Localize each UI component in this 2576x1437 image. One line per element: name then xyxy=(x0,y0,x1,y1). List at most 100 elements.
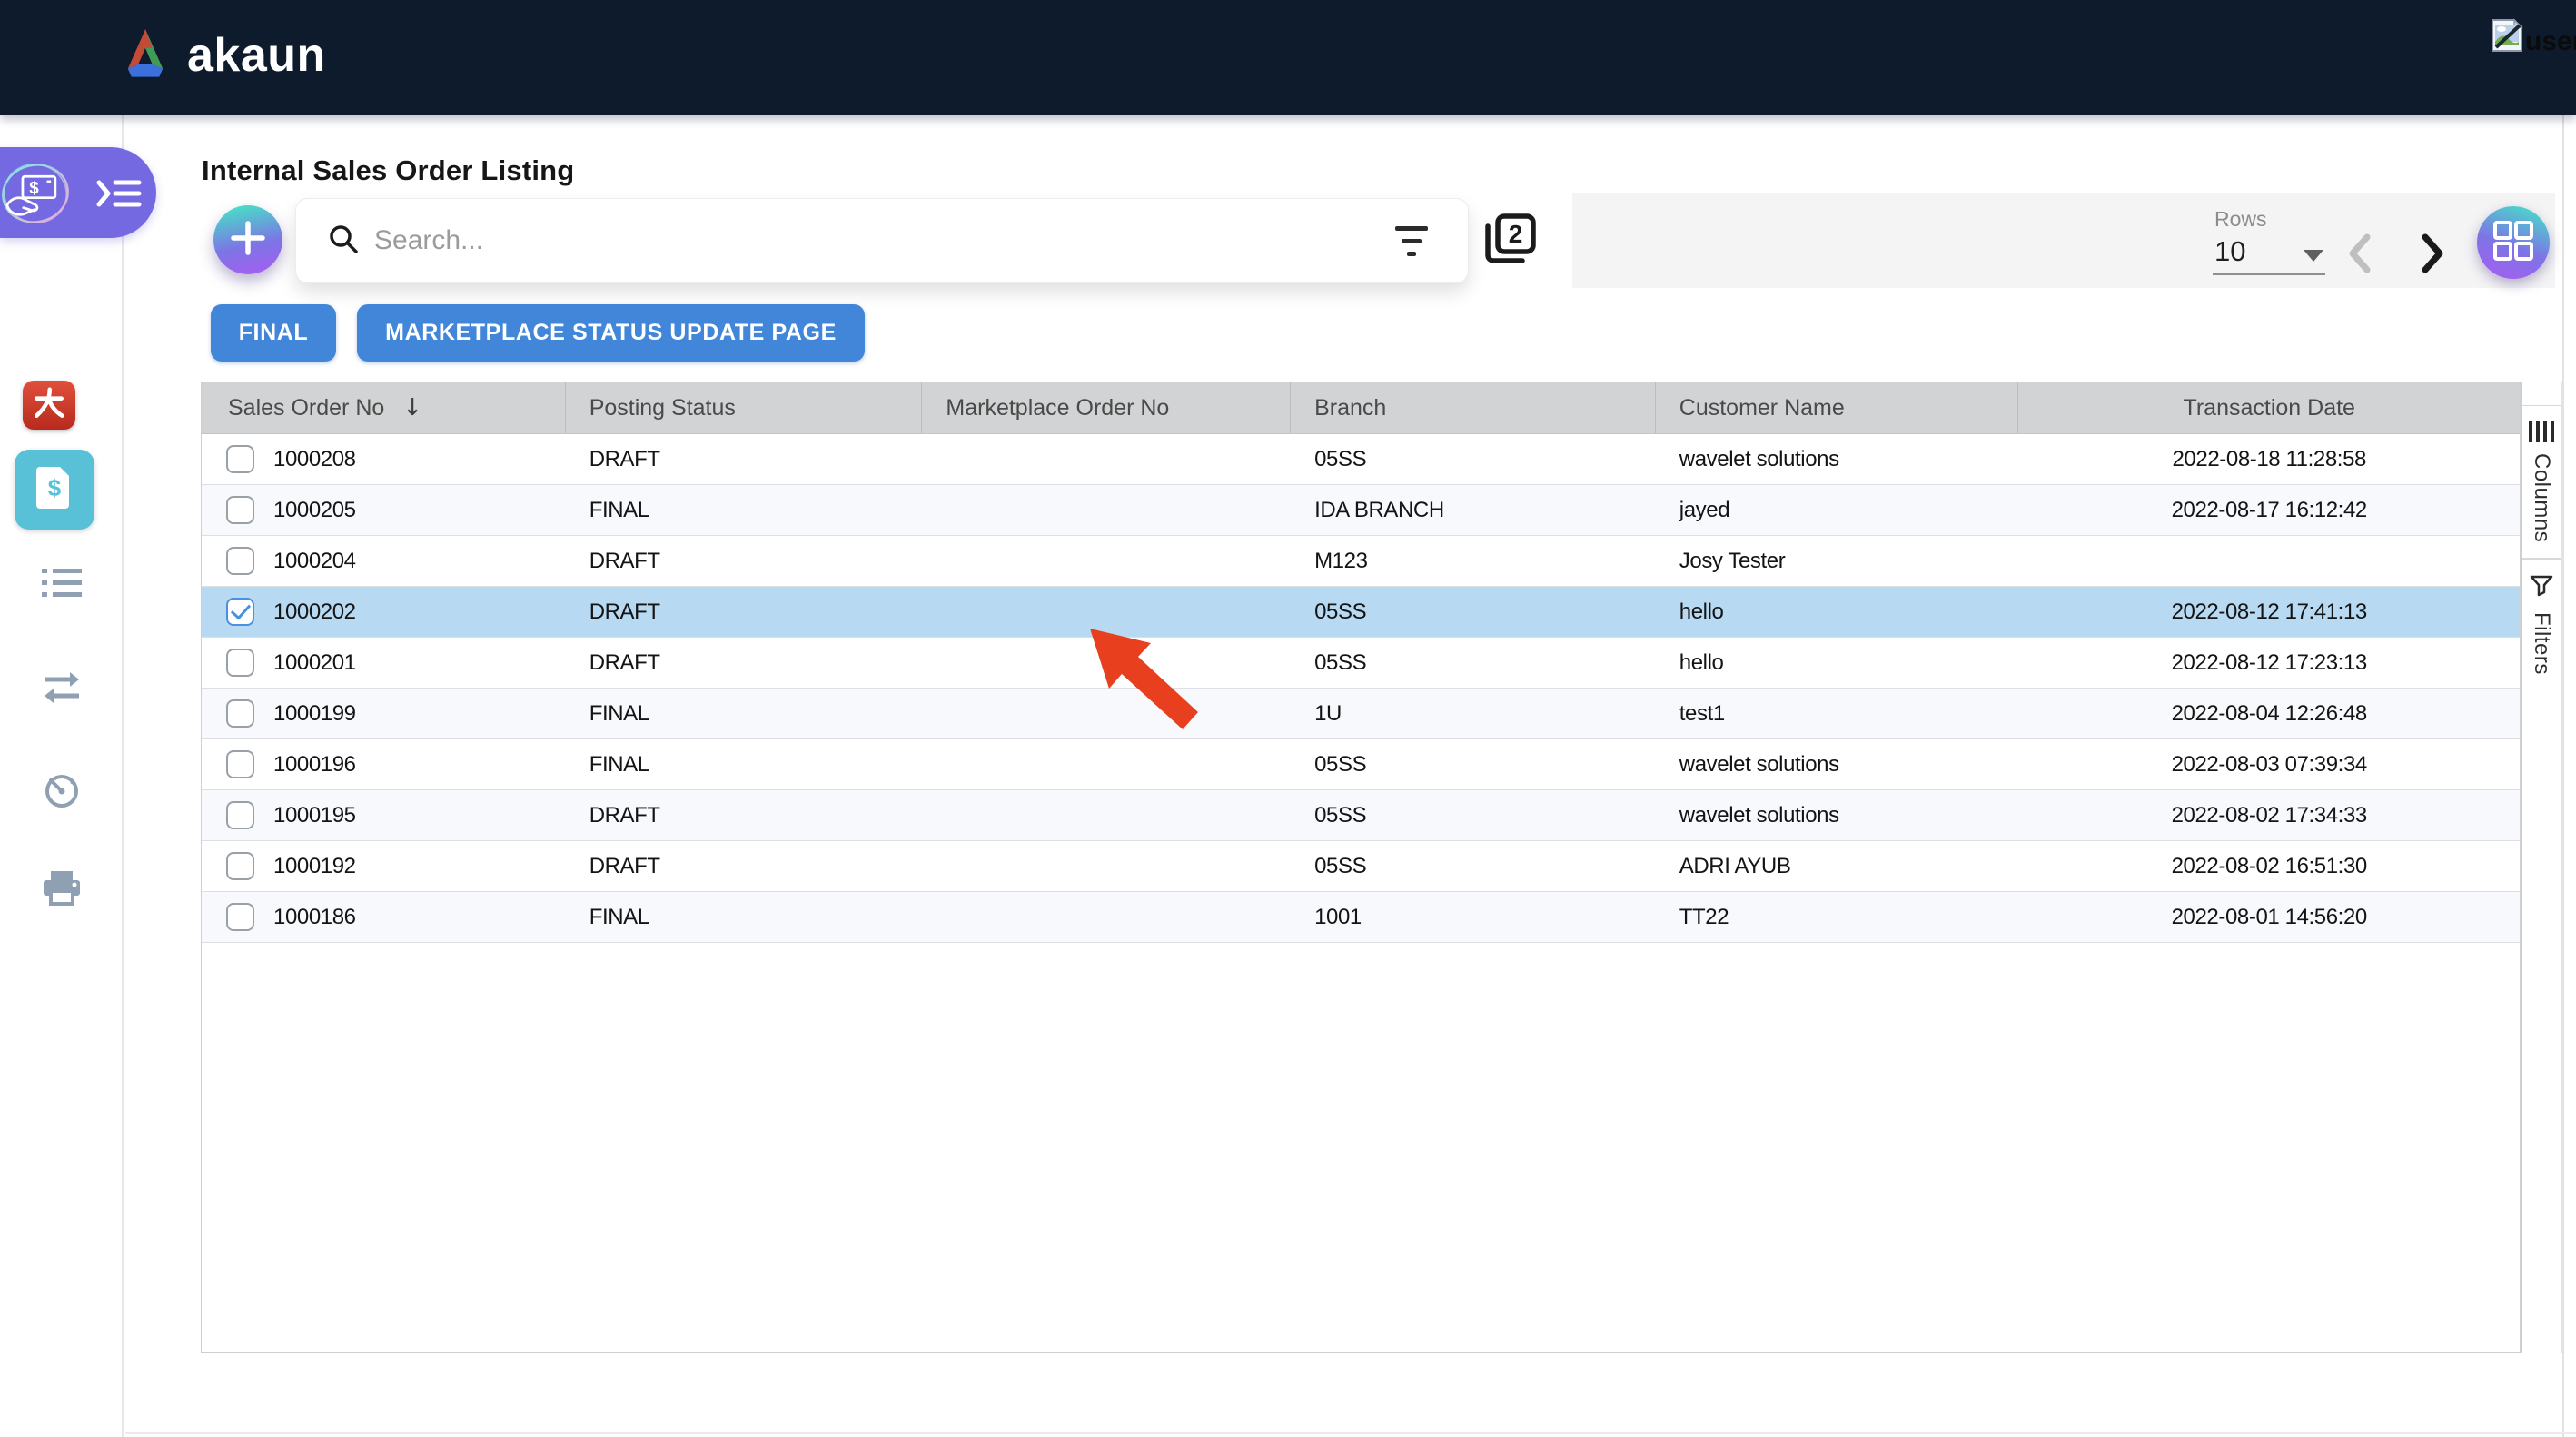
cell-customer-name: TT22 xyxy=(1656,892,2019,942)
cell-posting-status: FINAL xyxy=(566,892,923,942)
filters-funnel-icon xyxy=(2530,575,2553,601)
cell-transaction-date: 2022-08-12 17:41:13 xyxy=(2018,587,2520,637)
cell-posting-status: DRAFT xyxy=(566,434,923,484)
cell-posting-status: FINAL xyxy=(566,485,923,535)
column-header-customer-name[interactable]: Customer Name xyxy=(1656,382,2019,433)
cell-posting-status: DRAFT xyxy=(566,790,923,840)
filter-sort-icon[interactable] xyxy=(1386,217,1437,265)
cell-customer-name: wavelet solutions xyxy=(1656,790,2019,840)
svg-text:$: $ xyxy=(48,474,62,501)
column-header-transaction-date[interactable]: Transaction Date xyxy=(2018,382,2520,433)
search-icon xyxy=(327,223,360,260)
row-checkbox[interactable] xyxy=(226,445,254,473)
cell-transaction-date: 2022-08-03 07:39:34 xyxy=(2018,739,2520,789)
cell-branch: M123 xyxy=(1291,536,1656,586)
sidebar-item-history[interactable] xyxy=(0,769,124,814)
cell-customer-name: wavelet solutions xyxy=(1656,434,2019,484)
columns-tab-label: Columns xyxy=(2529,453,2554,542)
row-checkbox[interactable] xyxy=(226,649,254,677)
previous-page-button[interactable] xyxy=(2340,230,2380,277)
cell-transaction-date: 2022-08-12 17:23:13 xyxy=(2018,638,2520,688)
row-checkbox[interactable] xyxy=(226,496,254,524)
cell-transaction-date: 2022-08-18 11:28:58 xyxy=(2018,434,2520,484)
cell-customer-name: ADRI AYUB xyxy=(1656,841,2019,891)
row-checkbox[interactable] xyxy=(226,547,254,575)
column-header-posting-status[interactable]: Posting Status xyxy=(566,382,923,433)
row-checkbox[interactable] xyxy=(226,699,254,728)
cell-customer-name: hello xyxy=(1656,587,2019,637)
final-button[interactable]: FINAL xyxy=(211,304,336,362)
cell-sales-order-no: 1000186 xyxy=(273,905,356,930)
grid-squares-icon xyxy=(2492,220,2534,266)
cell-posting-status: FINAL xyxy=(566,739,923,789)
search-input[interactable] xyxy=(374,225,1386,256)
table-row[interactable]: 1000204 DRAFT M123 Josy Tester xyxy=(202,536,2520,587)
sort-descending-icon[interactable]: ↓ xyxy=(402,394,422,421)
top-navbar: akaun user xyxy=(0,0,2576,115)
rows-per-page-label: Rows xyxy=(2214,207,2267,232)
sidebar-item-transfer[interactable] xyxy=(0,669,124,710)
user-alt-text: user xyxy=(2525,28,2576,57)
cell-sales-order-no: 1000202 xyxy=(273,600,356,625)
sidebar-item-print[interactable] xyxy=(0,869,124,912)
table-row[interactable]: 1000199 FINAL 1U test1 2022-08-04 12:26:… xyxy=(202,689,2520,739)
row-checkbox[interactable] xyxy=(226,852,254,880)
scrollbar-track-line[interactable] xyxy=(2562,115,2564,1437)
cell-posting-status: DRAFT xyxy=(566,841,923,891)
rows-per-page-value: 10 xyxy=(2214,235,2245,268)
table-row[interactable]: 1000205 FINAL IDA BRANCH jayed 2022-08-1… xyxy=(202,485,2520,536)
content-bottom-divider xyxy=(125,1432,2576,1434)
column-header-sales-order-no[interactable]: Sales Order No ↓ xyxy=(202,382,566,433)
marketplace-status-update-button[interactable]: MARKETPLACE STATUS UPDATE PAGE xyxy=(357,304,865,362)
table-row[interactable]: 1000195 DRAFT 05SS wavelet solutions 202… xyxy=(202,790,2520,841)
swap-arrows-icon xyxy=(41,669,83,710)
columns-tab[interactable]: Columns xyxy=(2522,406,2561,560)
row-checkbox[interactable] xyxy=(226,598,254,626)
broken-image-icon xyxy=(2491,18,2523,57)
add-sales-order-button[interactable] xyxy=(213,205,282,274)
filters-tab-label: Filters xyxy=(2529,612,2554,675)
cell-sales-order-no: 1000192 xyxy=(273,854,356,879)
table-row[interactable]: 1000201 DRAFT 05SS hello 2022-08-12 17:2… xyxy=(202,638,2520,689)
side-tabs-spacer xyxy=(2522,382,2561,406)
filters-tab[interactable]: Filters xyxy=(2522,560,2561,679)
page-title: Internal Sales Order Listing xyxy=(202,154,574,187)
sidebar-item-list[interactable] xyxy=(0,567,124,604)
table-row[interactable]: 1000186 FINAL 1001 TT22 2022-08-01 14:56… xyxy=(202,892,2520,943)
cell-posting-status: DRAFT xyxy=(566,536,923,586)
red-annotation-arrow xyxy=(1085,623,1207,737)
row-checkbox[interactable] xyxy=(226,801,254,829)
search-bar xyxy=(295,198,1469,283)
sidebar-item-sales-active[interactable]: $ xyxy=(15,450,94,530)
cell-branch: 05SS xyxy=(1291,638,1656,688)
row-checkbox[interactable] xyxy=(226,750,254,778)
cell-marketplace-order-no xyxy=(922,434,1291,484)
akaun-logo[interactable]: akaun xyxy=(116,0,326,115)
sidebar-item-red-app[interactable] xyxy=(23,381,75,430)
grid-view-button[interactable] xyxy=(2477,206,2550,279)
table-row[interactable]: 1000196 FINAL 05SS wavelet solutions 202… xyxy=(202,739,2520,790)
printer-icon xyxy=(41,869,83,912)
cell-marketplace-order-no xyxy=(922,892,1291,942)
column-header-marketplace-order-no[interactable]: Marketplace Order No xyxy=(922,382,1291,433)
cell-customer-name: jayed xyxy=(1656,485,2019,535)
duplicate-layer-2-icon[interactable]: 2 xyxy=(1481,210,1541,270)
cell-sales-order-no: 1000204 xyxy=(273,549,356,574)
cell-customer-name: Josy Tester xyxy=(1656,536,2019,586)
column-header-branch[interactable]: Branch xyxy=(1291,382,1656,433)
table-row[interactable]: 1000208 DRAFT 05SS wavelet solutions 202… xyxy=(202,434,2520,485)
sidebar-expand-button[interactable]: $ xyxy=(0,147,156,238)
cell-sales-order-no: 1000208 xyxy=(273,447,356,472)
cjk-character-icon xyxy=(31,386,67,425)
table-row[interactable]: 1000192 DRAFT 05SS ADRI AYUB 2022-08-02 … xyxy=(202,841,2520,892)
cell-customer-name: test1 xyxy=(1656,689,2019,738)
toolbar-band xyxy=(1572,193,2555,288)
next-page-button[interactable] xyxy=(2413,230,2452,277)
cell-branch: IDA BRANCH xyxy=(1291,485,1656,535)
rows-per-page-select[interactable]: 10 xyxy=(2213,235,2325,275)
row-checkbox[interactable] xyxy=(226,903,254,931)
app-root: akaun user xyxy=(0,0,2576,1437)
table-row[interactable]: 1000202 DRAFT 05SS hello 2022-08-12 17:4… xyxy=(202,587,2520,638)
sales-order-table: Sales Order No ↓ Posting Status Marketpl… xyxy=(201,382,2521,1353)
user-avatar-broken-image[interactable]: user xyxy=(2491,18,2576,57)
